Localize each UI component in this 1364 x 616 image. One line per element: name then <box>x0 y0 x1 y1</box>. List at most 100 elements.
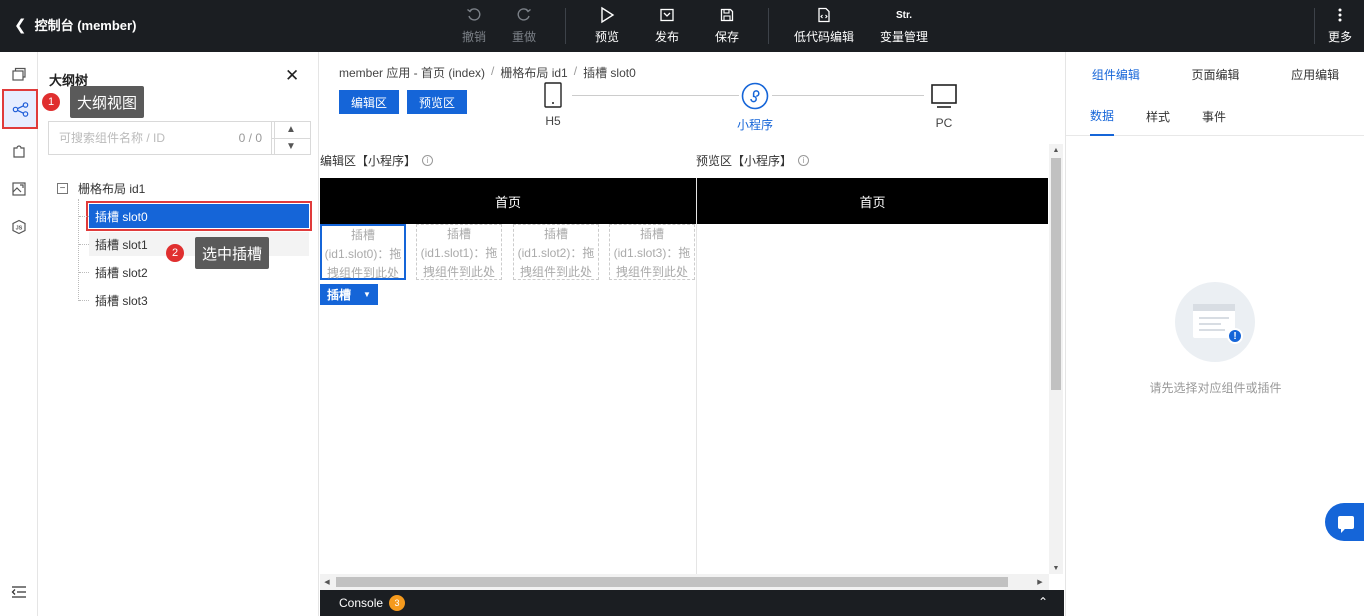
collapse-toggle-icon[interactable]: − <box>57 183 68 194</box>
empty-state-text: 请先选择对应组件或插件 <box>1149 381 1282 395</box>
console-count-badge: 3 <box>389 595 406 611</box>
breadcrumb-item[interactable]: 插槽 slot0 <box>583 64 636 81</box>
empty-state-icon: ! <box>1175 282 1255 362</box>
redo-label: 重做 <box>512 30 537 44</box>
redo-button[interactable]: 重做 <box>512 4 536 48</box>
breadcrumb-separator: / <box>491 64 495 78</box>
device-switcher: H5 小程序 PC <box>544 80 965 160</box>
svg-text:JS: JS <box>16 226 23 232</box>
slot-drop-zone-1[interactable]: 插槽(id1.slot1)：拖拽组件到此处 <box>416 224 502 280</box>
tree-node-slot0[interactable]: 插槽 slot0 <box>79 201 312 231</box>
tree-guide-line <box>79 244 89 245</box>
device-miniprogram[interactable]: 小程序 <box>737 82 773 133</box>
subtab-style[interactable]: 样式 <box>1146 96 1170 136</box>
preview-pane-header: 预览区【小程序】 i <box>696 152 810 169</box>
toolbar-divider <box>1314 8 1315 44</box>
more-button[interactable]: 更多 <box>1328 4 1352 48</box>
chevron-left-icon: ❮ <box>14 16 27 34</box>
tab-app-edit[interactable]: 应用编辑 <box>1265 52 1364 96</box>
search-count: 0 / 0 <box>238 131 262 145</box>
scroll-up-arrow-icon[interactable]: ▲ <box>1049 144 1063 156</box>
play-icon <box>598 4 616 26</box>
breadcrumb-item[interactable]: member 应用 - 首页 (index) <box>339 64 485 81</box>
back-label: 控制台 (member) <box>34 18 137 33</box>
tree-node-grid-layout[interactable]: − 栅格布局 id1 <box>57 180 145 197</box>
subtab-data[interactable]: 数据 <box>1090 96 1115 136</box>
edit-page-navbar: 首页 <box>320 178 696 224</box>
search-input[interactable] <box>49 123 239 153</box>
subtab-events[interactable]: 事件 <box>1202 96 1226 136</box>
outline-tree-panel: 大纲树 ✕ 0 / 0 ▲ ▼ − 栅格布局 id1 插槽 slot0 插槽 s… <box>39 52 319 616</box>
chevron-up-icon[interactable]: ▲ <box>272 122 310 139</box>
publish-button[interactable]: 发布 <box>655 4 679 48</box>
variable-icon: Str. <box>895 9 913 21</box>
more-vertical-icon <box>1338 4 1342 26</box>
scroll-left-arrow-icon[interactable]: ◀ <box>320 574 334 590</box>
chevron-up-icon[interactable]: ⌃ <box>1038 595 1048 609</box>
close-icon[interactable]: ✕ <box>285 66 299 86</box>
device-pc[interactable]: PC <box>924 82 964 130</box>
variable-manage-button[interactable]: Str. 变量管理 <box>880 4 928 48</box>
page-title: 首页 <box>859 194 886 210</box>
tree-node-slot3[interactable]: 插槽 slot3 <box>79 288 309 312</box>
preview-area-button[interactable]: 预览区 <box>407 90 468 114</box>
tree-guide-line <box>79 272 89 273</box>
variable-manage-label: 变量管理 <box>880 30 929 44</box>
scroll-right-arrow-icon[interactable]: ▶ <box>1033 574 1047 590</box>
preview-pane-title: 预览区【小程序】 <box>696 154 793 168</box>
chat-support-button[interactable] <box>1325 503 1364 541</box>
pages-icon[interactable] <box>8 63 30 85</box>
console-bar[interactable]: Console 3 ⌃ <box>320 590 1064 616</box>
slot-drop-zone-3[interactable]: 插槽(id1.slot3)：拖拽组件到此处 <box>609 224 695 280</box>
tree-node-label: 插槽 slot0 <box>95 209 148 224</box>
save-label: 保存 <box>715 30 740 44</box>
edit-pane-title: 编辑区【小程序】 <box>320 154 417 168</box>
slot-selection-tag[interactable]: 插槽 ▼ <box>320 284 378 305</box>
outline-search: 0 / 0 <box>48 121 275 155</box>
console-label: Console <box>339 596 384 610</box>
device-connector <box>772 95 924 96</box>
undo-label: 撤销 <box>462 30 487 44</box>
vertical-scrollbar[interactable]: ▲ ▼ <box>1049 144 1063 574</box>
alert-icon: ! <box>1227 328 1243 344</box>
device-label: PC <box>935 116 953 130</box>
tree-guide-line <box>78 199 79 301</box>
tree-node-label: 栅格布局 id1 <box>78 182 146 196</box>
scrollbar-thumb[interactable] <box>336 577 1008 587</box>
info-icon[interactable]: i <box>798 155 810 166</box>
tree-node-label: 插槽 slot3 <box>95 293 148 308</box>
save-button[interactable]: 保存 <box>715 4 739 48</box>
outline-view-icon[interactable] <box>2 89 38 129</box>
breadcrumb-item[interactable]: 栅格布局 id1 <box>500 64 567 81</box>
tree-guide-line <box>79 216 89 217</box>
lowcode-edit-button[interactable]: 低代码编辑 <box>794 4 854 48</box>
save-icon <box>719 4 735 26</box>
slot-drop-zone-2[interactable]: 插槽(id1.slot2)：拖拽组件到此处 <box>513 224 599 280</box>
component-library-icon[interactable] <box>8 140 30 162</box>
horizontal-scrollbar[interactable]: ◀ ▶ <box>320 574 1049 590</box>
undo-button[interactable]: 撤销 <box>462 4 486 48</box>
chevron-down-icon[interactable]: ▼ <box>272 139 310 155</box>
info-icon[interactable]: i <box>422 155 434 166</box>
back-button[interactable]: ❮ 控制台 (member) <box>14 15 136 34</box>
caret-down-icon[interactable]: ▼ <box>363 290 371 299</box>
edit-area-button[interactable]: 编辑区 <box>339 90 400 114</box>
phone-icon <box>544 82 562 108</box>
document-icon: ! <box>1193 304 1243 344</box>
tab-component-edit[interactable]: 组件编辑 <box>1066 52 1166 96</box>
tree-node-label: 插槽 slot2 <box>95 265 148 280</box>
property-subtabs: 数据 样式 事件 <box>1066 96 1364 136</box>
search-navigation: ▲ ▼ <box>271 121 311 155</box>
chat-icon <box>1338 515 1354 533</box>
callout-select-slot: 选中插槽 <box>195 237 270 269</box>
scrollbar-thumb[interactable] <box>1051 158 1061 390</box>
collapse-menu-icon[interactable] <box>8 581 30 603</box>
tab-page-edit[interactable]: 页面编辑 <box>1166 52 1266 96</box>
device-h5[interactable]: H5 <box>544 82 562 128</box>
scroll-down-arrow-icon[interactable]: ▼ <box>1049 562 1063 574</box>
assets-icon[interactable] <box>8 178 30 200</box>
slot-drop-zone-0[interactable]: 插槽(id1.slot0)：拖拽组件到此处 <box>320 224 406 280</box>
preview-button[interactable]: 预览 <box>595 4 619 48</box>
js-code-icon[interactable]: JS <box>8 216 30 238</box>
publish-icon <box>659 4 675 26</box>
